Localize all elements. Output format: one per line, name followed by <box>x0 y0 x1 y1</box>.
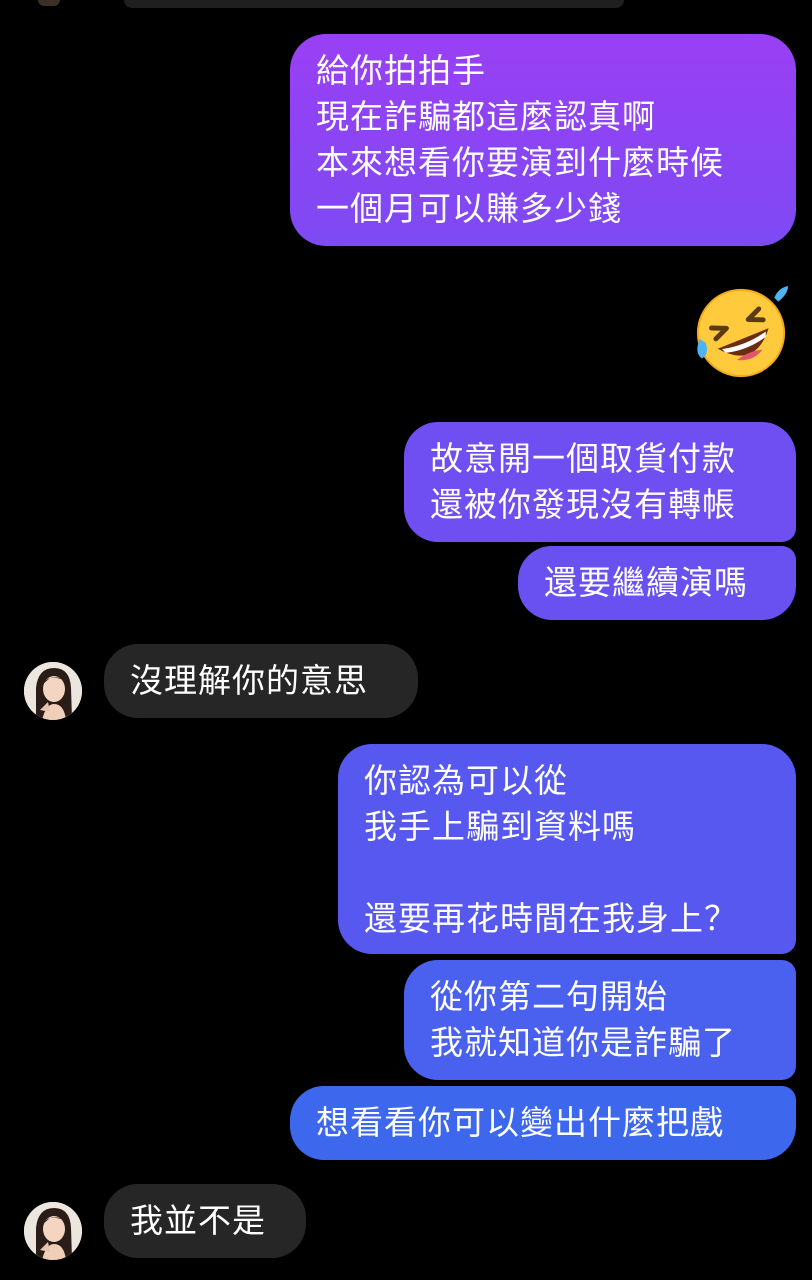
contact-avatar[interactable] <box>24 662 82 720</box>
rolling-on-the-floor-laughing-emoji-icon[interactable] <box>692 284 790 382</box>
previous-avatar-edge <box>38 0 60 6</box>
outgoing-message-bubble[interactable]: 故意開一個取貨付款 還被你發現沒有轉帳 <box>404 422 796 542</box>
previous-message-edge <box>124 0 624 8</box>
outgoing-message-bubble[interactable]: 想看看你可以變出什麼把戲 <box>290 1086 796 1160</box>
contact-avatar[interactable] <box>24 1202 82 1260</box>
outgoing-message-bubble[interactable]: 從你第二句開始 我就知道你是詐騙了 <box>404 960 796 1080</box>
outgoing-message-bubble[interactable]: 給你拍拍手 現在詐騙都這麼認真啊 本來想看你要演到什麼時候 一個月可以賺多少錢 <box>290 34 796 246</box>
outgoing-message-bubble[interactable]: 還要繼續演嗎 <box>518 546 796 620</box>
outgoing-message-bubble[interactable]: 你認為可以從 我手上騙到資料嗎 還要再花時間在我身上？ <box>338 744 796 954</box>
incoming-message-bubble[interactable]: 沒理解你的意思 <box>104 644 418 718</box>
incoming-message-bubble[interactable]: 我並不是 <box>104 1184 306 1258</box>
chat-thread[interactable]: 給你拍拍手 現在詐騙都這麼認真啊 本來想看你要演到什麼時候 一個月可以賺多少錢 … <box>0 0 812 1280</box>
